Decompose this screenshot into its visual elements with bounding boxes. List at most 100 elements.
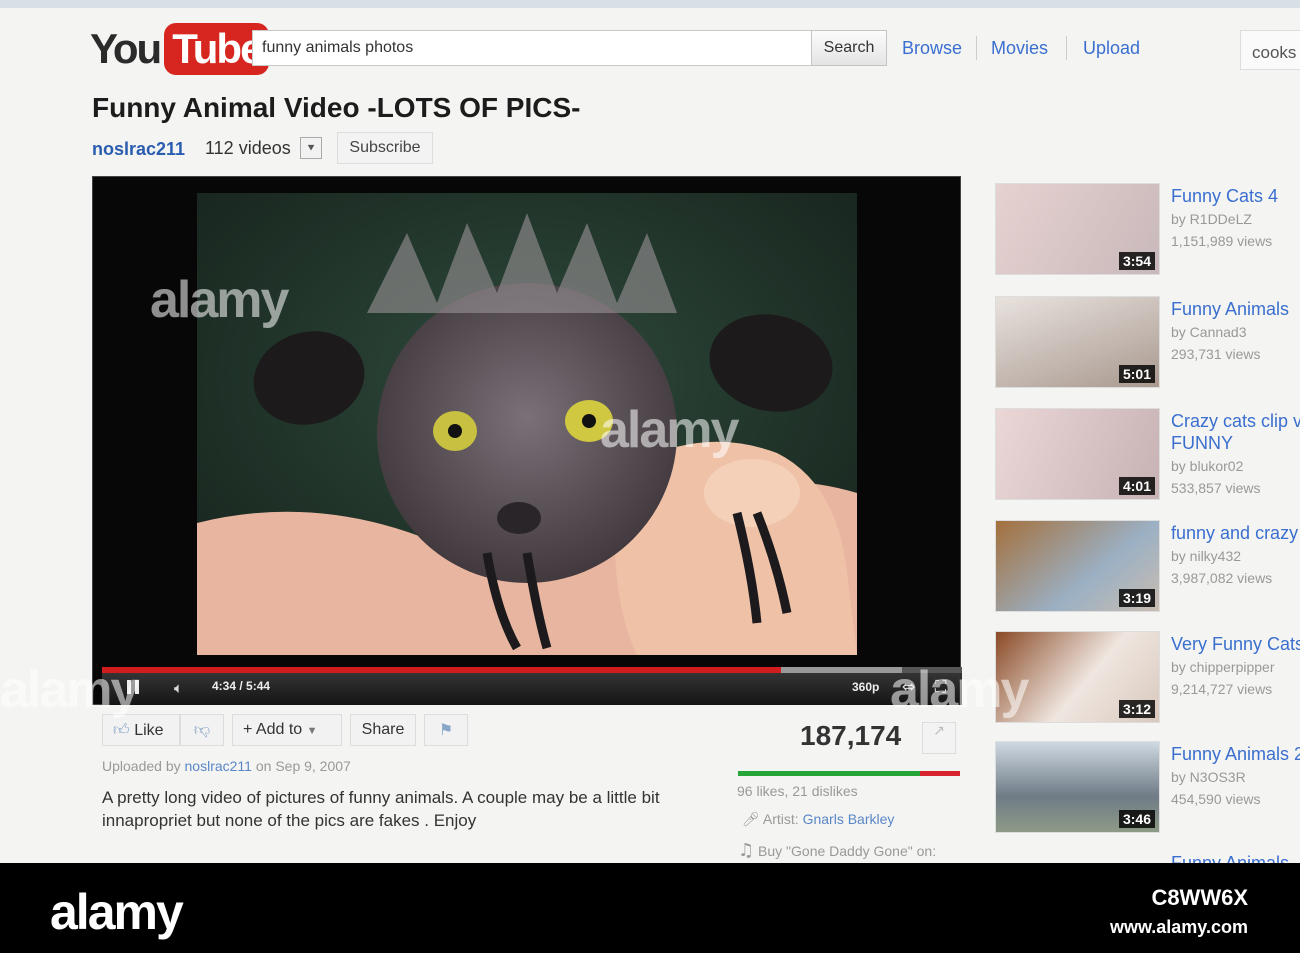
like-ratio-bar	[738, 771, 960, 776]
chevron-down-icon[interactable]: ⯆	[300, 137, 322, 159]
related-title[interactable]: Funny Cats 4	[1171, 185, 1300, 207]
flag-button[interactable]: ⚑	[424, 714, 468, 746]
artist-link[interactable]: Gnarls Barkley	[803, 811, 895, 827]
volume-icon[interactable]: 🔈︎	[174, 679, 183, 697]
like-button[interactable]: 👍︎ Like	[102, 714, 180, 746]
artist-info: 🎤︎ Artist: Gnarls Barkley	[742, 811, 894, 828]
related-title[interactable]: Funny Animals 2	[1171, 743, 1300, 765]
nav-movies-link[interactable]: Movies	[991, 38, 1048, 59]
nav-browse-link[interactable]: Browse	[902, 38, 962, 59]
thumbs-down-icon: 👎︎	[193, 720, 211, 739]
duration-badge: 3:46	[1118, 810, 1155, 828]
time-display: 4:34 / 5:44	[212, 679, 271, 693]
video-count: 112 videos	[205, 138, 291, 158]
duration-badge: 3:54	[1118, 252, 1155, 270]
video-description: A pretty long video of pictures of funny…	[102, 788, 660, 830]
uploaded-date: on Sep 9, 2007	[255, 758, 351, 774]
share-button[interactable]: Share	[350, 714, 416, 746]
add-to-button[interactable]: + Add to ▼	[232, 714, 342, 746]
search-button[interactable]: Search	[811, 30, 887, 66]
related-author: by blukor02	[1171, 458, 1244, 474]
like-label: Like	[134, 722, 164, 739]
related-author: by chipperpipper	[1171, 659, 1275, 675]
related-title[interactable]: Funny Animals	[1171, 298, 1300, 320]
related-thumbnail[interactable]: 4:01	[995, 408, 1160, 500]
logo-you-text: You	[90, 25, 162, 72]
flag-icon: ⚑	[438, 720, 454, 739]
related-author: by N3OS3R	[1171, 769, 1246, 785]
expand-icon[interactable]: ⇔	[902, 677, 915, 696]
image-id: C8WW6X	[1151, 885, 1248, 910]
subscribe-button[interactable]: Subscribe	[337, 132, 433, 164]
video-player[interactable]: 🔈︎ 4:34 / 5:44 360p ⇔ ⛶	[92, 176, 962, 705]
add-to-label: Add to	[255, 721, 303, 738]
duration-badge: 3:12	[1118, 700, 1155, 718]
nav-divider	[976, 36, 977, 60]
related-videos: 3:54 Funny Cats 4 by R1DDeLZ 1,151,989 v…	[995, 183, 1300, 863]
chevron-down-icon: ▼	[306, 725, 318, 737]
related-views: 9,214,727 views	[1171, 681, 1273, 697]
related-views: 533,857 views	[1171, 480, 1261, 496]
related-views: 293,731 views	[1171, 346, 1261, 362]
related-author: by R1DDeLZ	[1171, 211, 1252, 227]
channel-link[interactable]: noslrac211	[92, 139, 185, 160]
browser-top-edge	[0, 0, 1300, 8]
likes-dislikes-text: 96 likes, 21 dislikes	[737, 783, 858, 799]
nav-upload-link[interactable]: Upload	[1083, 38, 1140, 59]
related-item[interactable]: 3:12 Very Funny Cats by chipperpipper 9,…	[995, 631, 1300, 731]
mic-icon: 🎤︎	[742, 812, 760, 828]
quality-selector[interactable]: 360p	[852, 680, 879, 694]
thumbs-up-icon: 👍︎	[113, 720, 130, 739]
related-title[interactable]: Crazy cats clip v FUNNY	[1171, 410, 1300, 454]
upload-info: Uploaded by noslrac211 on Sep 9, 2007	[102, 758, 351, 774]
player-controls[interactable]: 🔈︎ 4:34 / 5:44 360p ⇔ ⛶	[102, 667, 962, 705]
plus-icon: +	[243, 721, 253, 738]
uploader-link[interactable]: noslrac211	[185, 758, 252, 774]
view-count: 187,174	[800, 720, 902, 751]
duration-badge: 4:01	[1118, 477, 1155, 495]
related-item[interactable]: 4:01 Crazy cats clip v FUNNY by blukor02…	[995, 408, 1300, 508]
search-input[interactable]: funny animals photos	[252, 30, 812, 66]
duration-badge: 5:01	[1118, 365, 1155, 383]
buffer-fill	[781, 667, 902, 673]
stats-icon[interactable]: ↗	[922, 722, 956, 754]
related-thumbnail[interactable]: 3:46	[995, 741, 1160, 833]
progress-bar[interactable]	[102, 667, 962, 673]
video-title: Funny Animal Video -LOTS OF PICS-	[92, 92, 581, 123]
pause-icon[interactable]	[127, 680, 139, 694]
related-thumbnail[interactable]: 3:19	[995, 520, 1160, 612]
progress-fill	[102, 667, 782, 673]
related-title[interactable]: Very Funny Cats	[1171, 633, 1300, 655]
related-views: 1,151,989 views	[1171, 233, 1273, 249]
uploaded-prefix: Uploaded by	[102, 758, 181, 774]
related-author: by nilky432	[1171, 548, 1242, 564]
related-thumbnail[interactable]: 3:12	[995, 631, 1160, 723]
music-note-icon: ♫	[738, 840, 755, 861]
related-author: by Cannad3	[1171, 324, 1247, 340]
related-item[interactable]: 5:01 Funny Animals by Cannad3 293,731 vi…	[995, 296, 1300, 396]
duration-badge: 3:19	[1118, 589, 1155, 607]
aye-aye-photo	[197, 193, 857, 655]
related-item[interactable]: 3:46 Funny Animals 2 by N3OS3R 454,590 v…	[995, 741, 1300, 841]
like-ratio-fill	[738, 771, 921, 776]
related-item[interactable]: 3:54 Funny Cats 4 by R1DDeLZ 1,151,989 v…	[995, 183, 1300, 283]
buy-text[interactable]: Buy "Gone Daddy Gone" on:	[758, 843, 936, 859]
related-thumbnail[interactable]: 3:54	[995, 183, 1160, 275]
related-thumbnail[interactable]: 5:01	[995, 296, 1160, 388]
youtube-logo[interactable]: You Tube	[90, 22, 270, 76]
dislike-button[interactable]: 👎︎	[180, 714, 224, 746]
fullscreen-icon[interactable]: ⛶	[935, 677, 946, 697]
related-item[interactable]: 3:19 funny and crazy by nilky432 3,987,0…	[995, 520, 1300, 620]
footer-logo: alamy	[50, 884, 184, 940]
user-name: cooks	[1252, 43, 1297, 62]
nav-divider	[1066, 36, 1067, 60]
footer-url: www.alamy.com	[1109, 917, 1248, 937]
video-frame[interactable]	[197, 193, 857, 655]
related-views: 454,590 views	[1171, 791, 1261, 807]
stock-footer: alamy C8WW6X www.alamy.com	[0, 863, 1300, 953]
related-title[interactable]: funny and crazy	[1171, 522, 1300, 544]
user-account-box[interactable]: cooks	[1240, 30, 1300, 70]
related-title-partial[interactable]: Funny Animals	[1171, 853, 1289, 863]
buy-song-info: ♫ Buy "Gone Daddy Gone" on:	[738, 840, 936, 861]
related-views: 3,987,082 views	[1171, 570, 1273, 586]
